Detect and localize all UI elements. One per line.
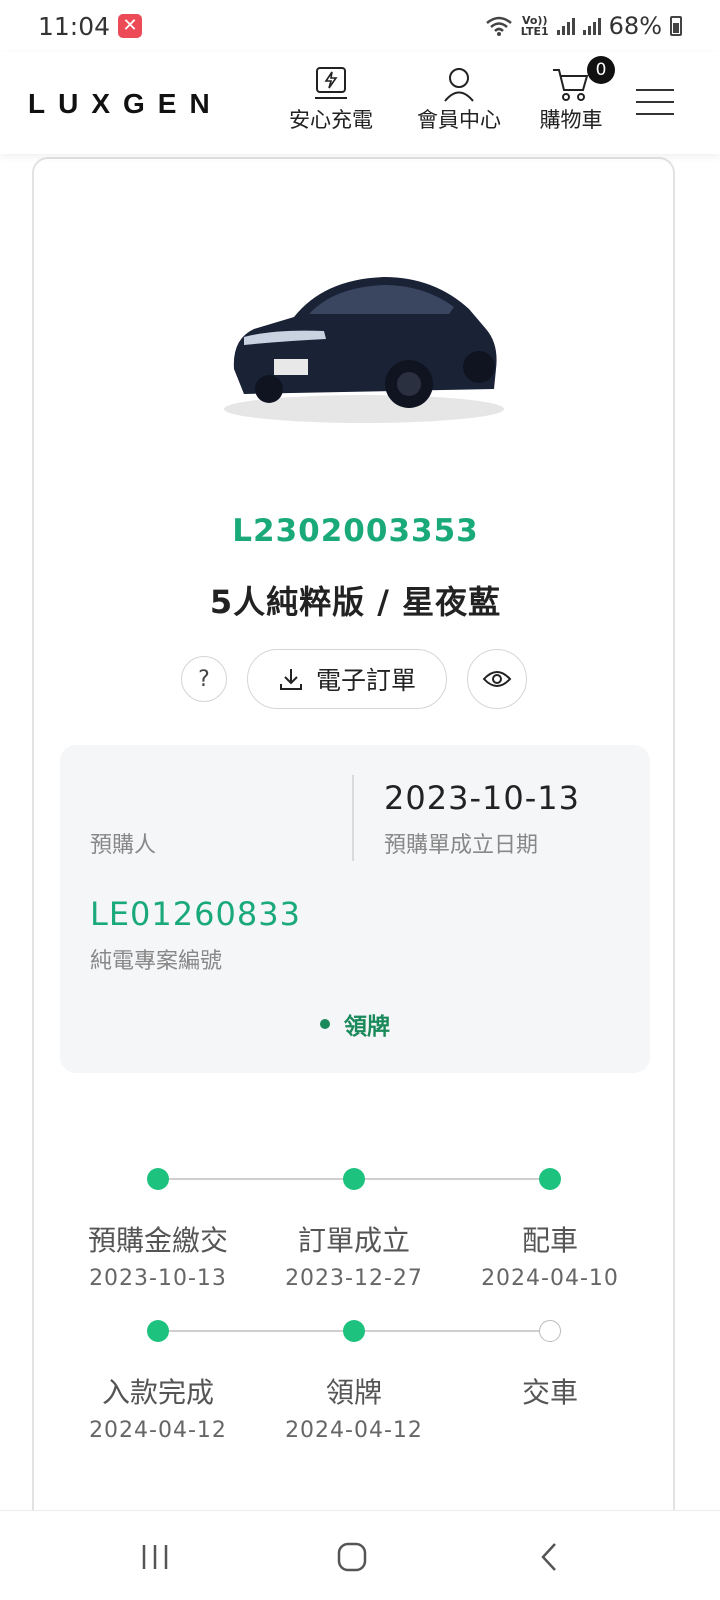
timeline-step-label: 預購金繳交	[87, 1224, 228, 1257]
created-date-label: 預購單成立日期	[384, 833, 539, 858]
site-header: LUXGEN 安心充電 會員中心 購物車 0	[0, 52, 720, 154]
cart-count-badge: 0	[587, 56, 615, 84]
buyer-label: 預購人	[90, 833, 157, 858]
car-image	[224, 277, 504, 423]
timeline-dot	[147, 1320, 169, 1342]
status-indicators: Vo)) LTE1 68%	[485, 12, 682, 40]
battery-percent: 68%	[608, 12, 662, 40]
project-number: LE01260833	[90, 895, 301, 933]
timeline-step-date: 2023-12-27	[285, 1266, 423, 1291]
status-time-group: 11:04 ✕	[38, 11, 143, 41]
timeline-dot	[343, 1168, 365, 1190]
current-status: 領牌	[60, 1007, 650, 1041]
timeline-step-date: 2024-04-12	[89, 1418, 227, 1443]
timeline-dot	[343, 1320, 365, 1342]
home-button[interactable]	[334, 1535, 370, 1579]
timeline-step-date: 2024-04-10	[481, 1266, 619, 1291]
nav-charging[interactable]: 安心充電	[282, 64, 380, 134]
created-date: 2023-10-13	[384, 779, 580, 817]
nav-member[interactable]: 會員中心	[410, 64, 508, 134]
download-e-order-button[interactable]: 電子訂單	[247, 649, 447, 709]
nav-charging-label: 安心充電	[289, 108, 373, 132]
timeline-step-label: 配車	[521, 1224, 578, 1257]
system-navigation-bar	[0, 1510, 720, 1600]
battery-icon	[670, 16, 682, 36]
order-card: L2302003353 5人純粹版 / 星夜藍 ? 電子訂單 預購人 2023-…	[32, 157, 675, 1557]
charging-station-icon	[315, 67, 347, 99]
notification-x-icon: ✕	[118, 14, 143, 38]
recent-apps-button[interactable]	[138, 1535, 172, 1579]
svg-text:LUXGEN: LUXGEN	[28, 88, 223, 118]
user-icon	[444, 68, 474, 102]
cart-icon	[553, 69, 589, 101]
download-label: 電子訂單	[315, 666, 416, 695]
signal-icon-2	[582, 17, 601, 35]
clock: 11:04	[38, 11, 111, 41]
timeline-step-label: 領牌	[325, 1376, 382, 1409]
help-button[interactable]: ?	[181, 656, 227, 702]
back-chevron-icon	[541, 1543, 556, 1571]
nav-cart-label: 購物車	[539, 108, 603, 132]
luxgen-logo-mark: LUXGEN	[28, 88, 223, 119]
timeline-step-label: 訂單成立	[297, 1224, 410, 1257]
signal-icon	[556, 17, 575, 35]
order-number: L2302003353	[232, 513, 479, 549]
luxgen-logo[interactable]: LUXGEN	[28, 88, 280, 126]
lte-bottom-text: LTE1	[520, 25, 549, 38]
eye-icon	[482, 671, 512, 687]
status-dot-icon	[320, 1019, 330, 1029]
home-icon	[337, 1542, 367, 1572]
recent-apps-icon	[142, 1545, 168, 1569]
hamburger-icon[interactable]	[636, 89, 674, 125]
info-divider	[352, 775, 354, 861]
timeline-dot-pending	[539, 1320, 561, 1342]
timeline-dot	[539, 1168, 561, 1190]
timeline-step-date: 2024-04-12	[285, 1418, 423, 1443]
project-label: 純電專案編號	[90, 949, 223, 974]
current-status-label: 領牌	[344, 1014, 390, 1040]
back-button[interactable]	[536, 1535, 562, 1579]
wifi-icon	[485, 16, 512, 36]
timeline-step-date: 2023-10-13	[89, 1266, 227, 1291]
download-icon	[279, 669, 302, 690]
nav-member-label: 會員中心	[417, 108, 501, 132]
status-bar: 11:04 ✕ Vo)) LTE1 68%	[0, 0, 720, 52]
nav-cart[interactable]: 購物車 0	[533, 56, 615, 134]
timeline-dot	[147, 1168, 169, 1190]
lte-indicator: Vo)) LTE1	[521, 15, 549, 37]
timeline-step-label: 入款完成	[101, 1376, 214, 1409]
view-button[interactable]	[467, 649, 527, 709]
model-color: 5人純粹版 / 星夜藍	[209, 583, 502, 621]
order-info-box: 預購人 2023-10-13 預購單成立日期 LE01260833 純電專案編號…	[60, 745, 650, 1073]
timeline-step-label: 交車	[521, 1376, 578, 1409]
help-icon: ?	[198, 666, 210, 692]
